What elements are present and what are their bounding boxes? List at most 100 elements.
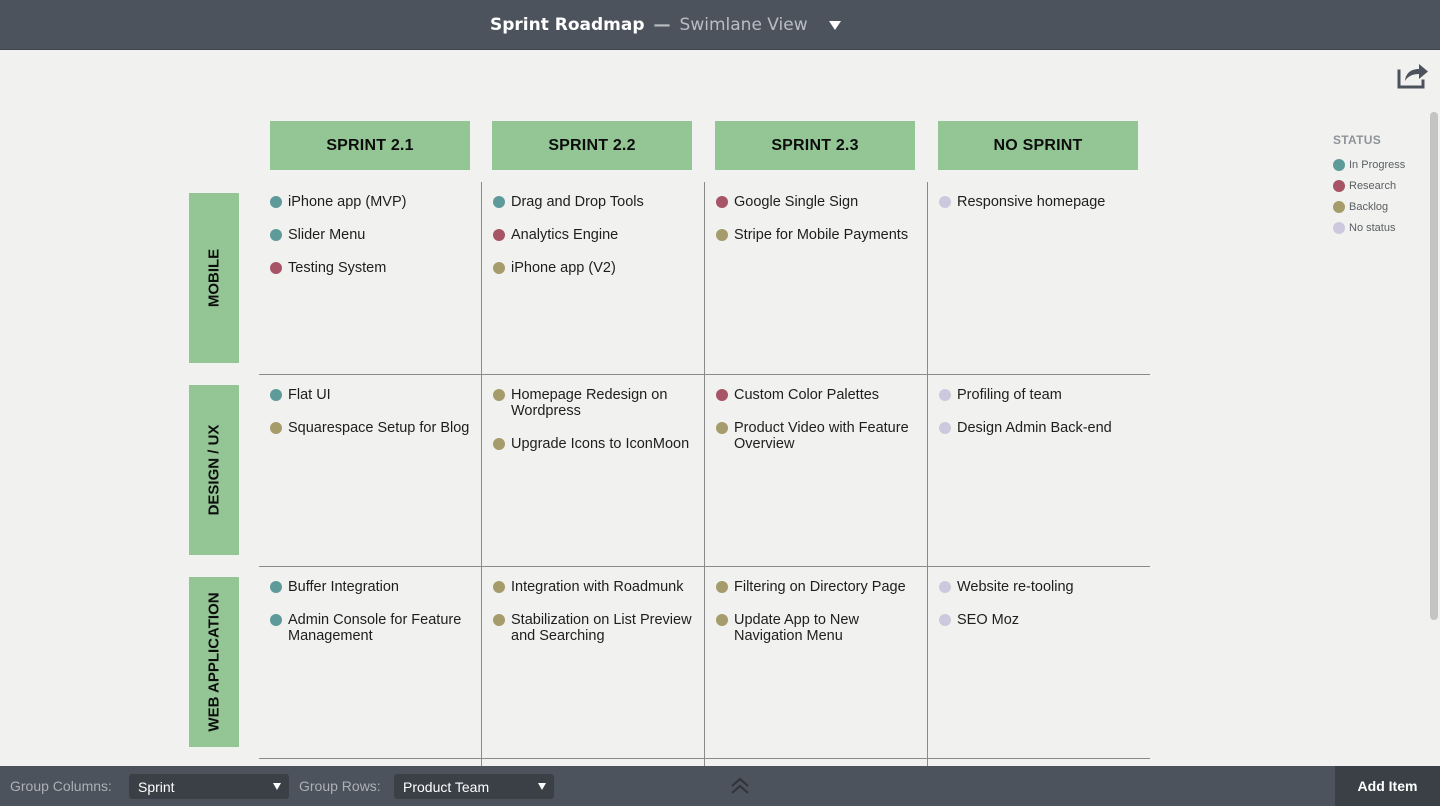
roadmap-item[interactable]: Squarespace Setup for Blog [270, 420, 480, 436]
column-header[interactable]: NO SPRINT [938, 121, 1138, 170]
item-label: Testing System [288, 260, 387, 276]
roadmap-item[interactable]: Slider Menu [270, 227, 480, 243]
status-legend: STATUS In Progress Research Backlog No stat… [1333, 133, 1405, 238]
item-label: Upgrade Icons to IconMoon [511, 436, 690, 452]
chevron-down-icon [273, 783, 281, 790]
roadmap-item[interactable]: Drag and Drop Tools [493, 194, 703, 210]
status-dot [270, 262, 282, 274]
item-label: Filtering on Directory Page [734, 579, 906, 595]
item-label: Profiling of team [957, 387, 1062, 403]
status-dot [1333, 221, 1345, 234]
item-label: iPhone app (MVP) [288, 194, 407, 210]
roadmap-item[interactable]: Admin Console for Feature Management [270, 612, 480, 644]
swimlane-cell: Buffer Integration Admin Console for Feat… [270, 579, 480, 661]
roadmap-item[interactable]: Stripe for Mobile Payments [716, 227, 926, 243]
group-columns-label: Group Columns: [10, 778, 112, 794]
legend-item: Backlog [1333, 196, 1405, 217]
status-dot [493, 196, 505, 208]
row-divider [259, 758, 1150, 759]
status-dot [939, 196, 951, 208]
double-chevron-up-icon[interactable] [729, 776, 751, 796]
item-label: Integration with Roadmunk [511, 579, 684, 595]
roadmap-item[interactable]: Custom Color Palettes [716, 387, 926, 403]
roadmap-item[interactable]: Filtering on Directory Page [716, 579, 926, 595]
item-label: Product Video with Feature Overview [734, 420, 909, 452]
swimlane-cell: Website re-tooling SEO Moz [939, 579, 1149, 645]
roadmap-title[interactable]: Sprint Roadmap — Swimlane View [490, 0, 841, 50]
status-dot [716, 614, 728, 626]
item-label: iPhone app (V2) [511, 260, 616, 276]
item-label: Update App to New Navigation Menu [734, 612, 859, 644]
group-rows-label: Group Rows: [299, 778, 381, 794]
add-item-button[interactable]: Add Item [1335, 766, 1440, 806]
item-label: Analytics Engine [511, 227, 619, 243]
column-header[interactable]: SPRINT 2.3 [715, 121, 915, 170]
roadmap-item[interactable]: Buffer Integration [270, 579, 480, 595]
row-header[interactable]: MOBILE [189, 193, 239, 363]
roadmap-item[interactable]: SEO Moz [939, 612, 1149, 628]
view-dropdown-icon[interactable] [828, 20, 841, 30]
item-label: Stabilization on List Preview and Search… [511, 612, 692, 644]
status-dot [270, 229, 282, 241]
roadmap-item[interactable]: Design Admin Back-end [939, 420, 1149, 436]
roadmap-item[interactable]: Profiling of team [939, 387, 1149, 403]
roadmap-item[interactable]: Stabilization on List Preview and Search… [493, 612, 703, 644]
column-divider [927, 182, 928, 766]
roadmap-item[interactable]: Responsive homepage [939, 194, 1149, 210]
roadmap-item[interactable]: Homepage Redesign on Wordpress [493, 387, 703, 419]
item-label: Admin Console for Feature Management [288, 612, 462, 644]
item-label: Stripe for Mobile Payments [734, 227, 909, 243]
column-header[interactable]: SPRINT 2.2 [492, 121, 692, 170]
status-dot [716, 229, 728, 241]
roadmap-item[interactable]: Upgrade Icons to IconMoon [493, 436, 703, 452]
group-columns-select[interactable]: Sprint [129, 774, 289, 799]
roadmap-item[interactable]: Website re-tooling [939, 579, 1149, 595]
roadmap-item[interactable]: Flat UI [270, 387, 480, 403]
item-label: Custom Color Palettes [734, 387, 880, 403]
swimlane-cell: Google Single Sign Stripe for Mobile Paym… [716, 194, 926, 260]
status-dot [493, 438, 505, 450]
status-dot [1333, 158, 1345, 171]
vertical-scrollbar[interactable] [1430, 112, 1438, 620]
roadmap-item[interactable]: Update App to New Navigation Menu [716, 612, 926, 644]
item-label: Buffer Integration [288, 579, 399, 595]
column-divider [481, 182, 482, 766]
swimlane-cell: Responsive homepage [939, 194, 1149, 227]
share-icon[interactable] [1396, 60, 1430, 90]
row-header-label: WEB APPLICATION [205, 592, 223, 732]
status-dot [939, 422, 951, 434]
status-dot [493, 389, 505, 401]
swimlane-cell: iPhone app (MVP) Slider Menu Testing Syste… [270, 194, 480, 293]
roadmap-item[interactable]: Product Video with Feature Overview [716, 420, 926, 452]
group-rows-value: Product Team [403, 778, 490, 795]
legend-label: Backlog [1349, 200, 1389, 213]
roadmap-item[interactable]: Analytics Engine [493, 227, 703, 243]
status-dot [270, 614, 282, 626]
roadmap-item[interactable]: Testing System [270, 260, 480, 276]
swimlane-cell: Integration with Roadmunk Stabilization o… [493, 579, 703, 661]
group-rows-select[interactable]: Product Team [394, 774, 554, 799]
legend-label: Research [1349, 179, 1397, 192]
row-header[interactable]: WEB APPLICATION [189, 577, 239, 747]
status-dot [493, 581, 505, 593]
status-dot [270, 581, 282, 593]
status-dot [493, 229, 505, 241]
status-dot [493, 614, 505, 626]
bottom-toolbar: Group Columns: Sprint Group Rows: Produc… [0, 766, 1440, 806]
status-dot [716, 389, 728, 401]
roadmap-item[interactable]: iPhone app (V2) [493, 260, 703, 276]
column-header[interactable]: SPRINT 2.1 [270, 121, 470, 170]
item-label: Responsive homepage [957, 194, 1106, 210]
status-dot [716, 196, 728, 208]
row-header[interactable]: DESIGN / UX [189, 385, 239, 555]
status-dot [270, 389, 282, 401]
swimlane-cell: Flat UI Squarespace Setup for Blog [270, 387, 480, 453]
swimlane-cell: Homepage Redesign on Wordpress Upgrade Ic… [493, 387, 703, 469]
status-dot [1333, 200, 1345, 213]
roadmap-item[interactable]: iPhone app (MVP) [270, 194, 480, 210]
roadmap-item[interactable]: Integration with Roadmunk [493, 579, 703, 595]
roadmap-item[interactable]: Google Single Sign [716, 194, 926, 210]
status-dot [1333, 179, 1345, 192]
column-divider [704, 182, 705, 766]
top-bar: Sprint Roadmap — Swimlane View [0, 0, 1440, 50]
